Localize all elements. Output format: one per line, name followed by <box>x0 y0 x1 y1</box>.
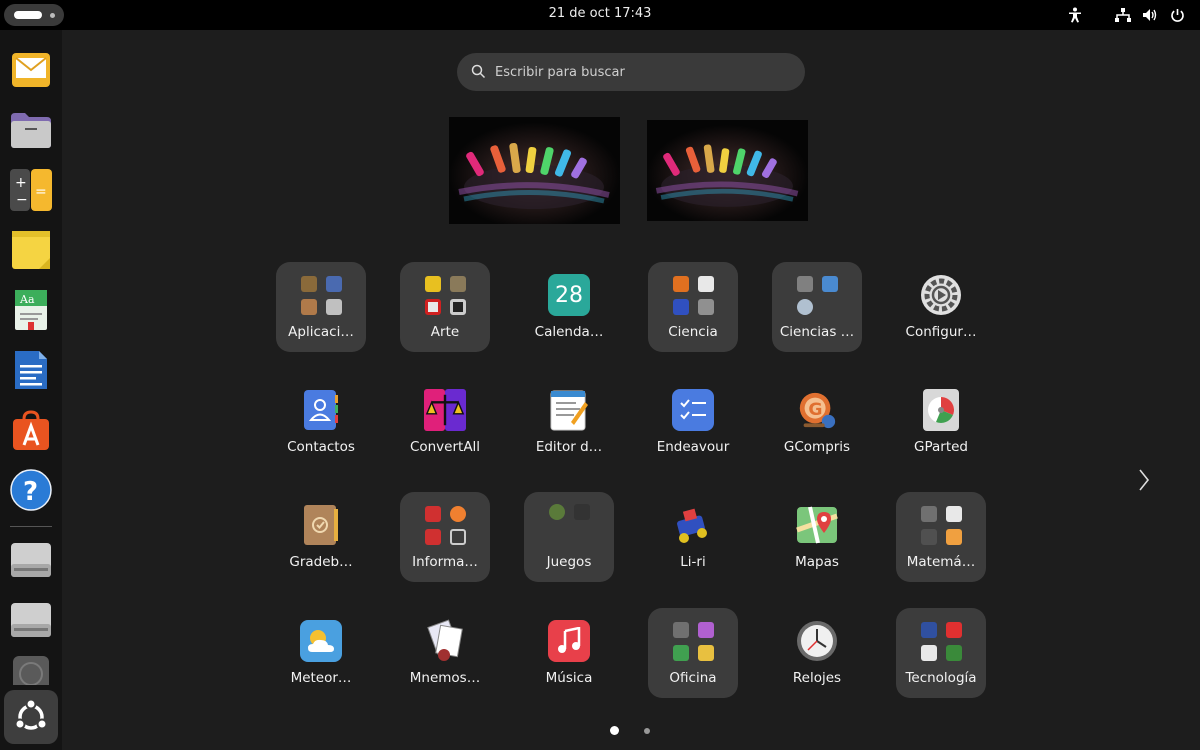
clock-icon <box>796 620 838 662</box>
app-relojes[interactable]: Relojes <box>772 608 862 698</box>
folder-oficina[interactable]: Oficina <box>648 608 738 698</box>
top-bar: 21 de oct 17:43 <box>0 0 1200 30</box>
folder-preview-icons <box>918 620 964 662</box>
app-endeavour[interactable]: Endeavour <box>648 377 738 467</box>
page-indicator-1[interactable] <box>610 726 619 735</box>
gcompris-icon: G <box>796 389 838 431</box>
svg-text:+: + <box>15 175 27 191</box>
app-mapas[interactable]: Mapas <box>772 492 862 582</box>
help-icon: ? <box>10 469 52 511</box>
folder-preview-icons <box>670 620 716 662</box>
svg-text:?: ? <box>23 477 38 507</box>
clock[interactable]: 21 de oct 17:43 <box>0 6 1200 21</box>
app-musica[interactable]: Música <box>524 608 614 698</box>
calculator-app[interactable]: + − = <box>6 165 56 215</box>
folder-preview-icons <box>298 274 344 316</box>
mail-app[interactable] <box>6 45 56 95</box>
svg-text:=: = <box>35 184 47 200</box>
folder-preview-icons <box>546 504 592 546</box>
text-editor-icon <box>548 389 590 431</box>
folder-arte[interactable]: Arte <box>400 262 490 352</box>
accessibility-icon[interactable] <box>1066 6 1084 24</box>
weather-icon <box>300 620 342 662</box>
chevron-right-icon <box>1139 469 1150 491</box>
search-bar[interactable] <box>457 53 805 91</box>
power-icon[interactable] <box>1168 6 1186 24</box>
tasks-checklist-icon <box>672 389 714 431</box>
app-convertall[interactable]: ConvertAll <box>400 377 490 467</box>
drive-1[interactable] <box>6 535 56 585</box>
music-note-icon <box>548 620 590 662</box>
dictionary-app[interactable]: Aa <box>6 285 56 335</box>
svg-text:G: G <box>808 400 822 420</box>
show-apps[interactable] <box>4 690 58 744</box>
app-configuracion[interactable]: Configur… <box>896 262 986 352</box>
mail-icon <box>12 53 50 87</box>
workspace-thumbnail-1[interactable] <box>449 117 620 224</box>
drive-icon <box>11 603 51 637</box>
gparted-icon <box>920 389 962 431</box>
folder-icon <box>11 113 51 148</box>
app-gcompris[interactable]: G GCompris <box>772 377 862 467</box>
app-store-icon <box>13 410 49 450</box>
folder-juegos[interactable]: Juegos <box>524 492 614 582</box>
folder-preview-icons <box>422 504 468 546</box>
app-gradebook[interactable]: Gradeb… <box>276 492 366 582</box>
app-calendario[interactable]: 28 Calenda… <box>524 262 614 352</box>
folder-preview-icons <box>422 274 468 316</box>
writer-icon <box>15 351 47 389</box>
next-page-button[interactable] <box>1134 466 1154 494</box>
app-center[interactable] <box>6 405 56 455</box>
maps-icon <box>796 504 838 546</box>
writer-app[interactable] <box>6 345 56 395</box>
folder-aplicaciones[interactable]: Aplicaci… <box>276 262 366 352</box>
li-ri-train-icon <box>672 504 714 546</box>
page-indicator-2[interactable] <box>644 728 650 734</box>
calendar-icon: 28 <box>548 274 590 316</box>
ubuntu-logo-icon <box>14 699 48 730</box>
search-icon <box>471 64 486 83</box>
network-icon[interactable] <box>1114 6 1132 24</box>
folder-informatica[interactable]: Informa… <box>400 492 490 582</box>
app-meteorologia[interactable]: Meteor… <box>276 608 366 698</box>
folder-preview-icons <box>670 274 716 316</box>
app-editor[interactable]: Editor d… <box>524 377 614 467</box>
wallpaper-chalk-image <box>449 117 620 224</box>
help-app[interactable]: ? <box>6 465 56 515</box>
folder-preview-icons <box>794 274 840 316</box>
folder-matematicas[interactable]: Matemá… <box>896 492 986 582</box>
mnemosyne-cards-icon <box>424 619 466 662</box>
app-gparted[interactable]: GParted <box>896 377 986 467</box>
disk-app[interactable] <box>6 655 56 685</box>
svg-text:−: − <box>16 192 28 208</box>
sticky-notes-icon <box>12 231 50 269</box>
search-input[interactable] <box>495 53 785 91</box>
folder-tecnologia[interactable]: Tecnología <box>896 608 986 698</box>
settings-gear-icon <box>920 274 962 316</box>
calculator-icon: +− = <box>10 169 52 211</box>
app-mnemosyne[interactable]: Mnemos… <box>400 608 490 698</box>
folder-ciencia[interactable]: Ciencia <box>648 262 738 352</box>
gradebook-icon <box>300 504 342 546</box>
dock-separator <box>10 526 52 527</box>
contacts-icon <box>300 389 342 431</box>
disk-icon <box>13 656 49 685</box>
app-li-ri[interactable]: Li-ri <box>648 492 738 582</box>
folder-ciencias[interactable]: Ciencias … <box>772 262 862 352</box>
folder-preview-icons <box>918 504 964 546</box>
dock: + − = Aa ? <box>0 30 62 750</box>
volume-icon[interactable] <box>1141 6 1159 24</box>
svg-text:Aa: Aa <box>19 293 35 306</box>
files-app[interactable] <box>6 105 56 155</box>
convertall-icon <box>424 389 466 431</box>
workspace-thumbnail-2[interactable] <box>647 120 808 221</box>
dictionary-icon: Aa <box>15 290 47 330</box>
drive-icon <box>11 543 51 577</box>
app-contactos[interactable]: Contactos <box>276 377 366 467</box>
notes-app[interactable] <box>6 225 56 275</box>
wallpaper-chalk-image <box>647 120 808 221</box>
drive-2[interactable] <box>6 595 56 645</box>
